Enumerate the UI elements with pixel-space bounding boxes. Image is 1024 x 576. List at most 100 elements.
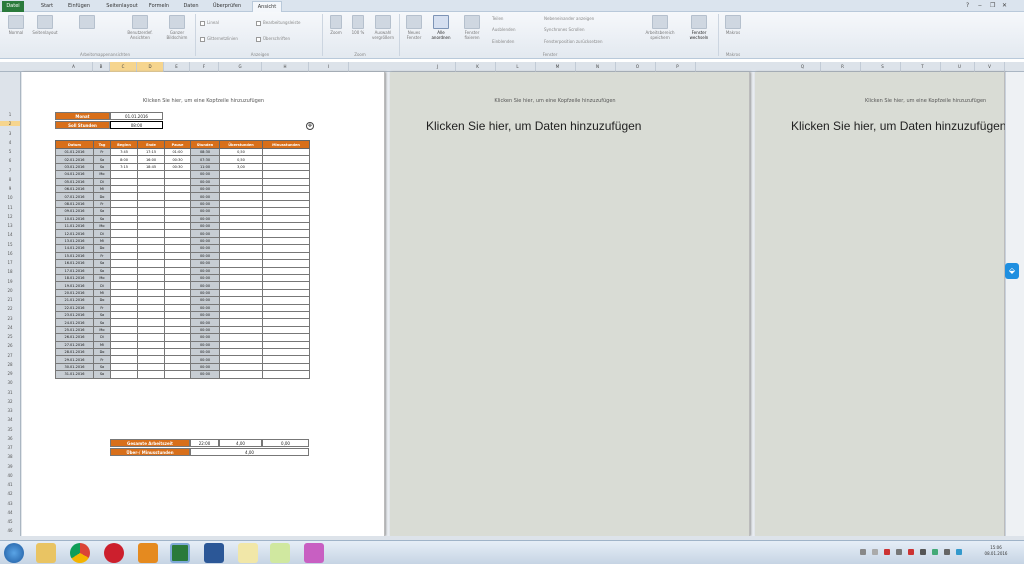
word-icon[interactable]	[204, 543, 224, 563]
header-hint[interactable]: Klicken Sie hier, um eine Kopfzeile hinz…	[390, 98, 720, 104]
table-cell[interactable]	[137, 229, 165, 238]
table-cell[interactable]	[164, 170, 191, 179]
row-header[interactable]: 29	[0, 371, 20, 376]
table-cell[interactable]: 01.01.2016	[55, 147, 94, 157]
table-cell[interactable]	[219, 236, 263, 246]
row-header[interactable]: 37	[0, 445, 20, 450]
table-cell[interactable]	[219, 296, 263, 305]
table-cell[interactable]: 07:30	[190, 155, 220, 164]
outlook-icon[interactable]	[138, 543, 158, 563]
table-cell[interactable]: 20.01.2016	[55, 288, 94, 298]
table-header-cell[interactable]: Pause	[164, 140, 191, 149]
table-cell[interactable]: 00:00	[190, 333, 220, 342]
table-cell[interactable]: 18:45	[137, 162, 165, 172]
table-cell[interactable]	[262, 281, 310, 290]
excel-taskbar-icon[interactable]	[170, 543, 190, 563]
add-data-hint[interactable]: Klicken Sie hier, um Daten hinzuzufügen	[791, 119, 1006, 133]
row-header[interactable]: 26	[0, 343, 20, 348]
table-cell[interactable]: Do	[93, 192, 111, 201]
table-cell[interactable]	[262, 340, 310, 349]
table-cell[interactable]: Fr	[93, 199, 111, 209]
table-cell[interactable]: Di	[93, 333, 111, 342]
row-header[interactable]: 36	[0, 436, 20, 441]
table-cell[interactable]: 16.01.2016	[55, 259, 94, 268]
table-cell[interactable]	[262, 310, 310, 320]
table-cell[interactable]	[262, 273, 310, 283]
table-cell[interactable]	[164, 236, 191, 246]
table-header-cell[interactable]: Minusstunden	[262, 140, 310, 149]
monat-cell[interactable]: 01.01.2016	[110, 112, 163, 120]
row-header[interactable]: 5	[0, 149, 20, 154]
table-cell[interactable]	[164, 273, 191, 283]
table-cell[interactable]	[219, 266, 263, 275]
sync-scroll-button[interactable]: Synchrones Scrollen	[544, 27, 585, 32]
table-cell[interactable]	[219, 251, 263, 261]
column-header[interactable]: T	[905, 62, 941, 72]
row-header[interactable]: 6	[0, 158, 20, 163]
row-header[interactable]: 38	[0, 454, 20, 459]
table-cell[interactable]: 00:00	[190, 222, 220, 231]
table-cell[interactable]: 00:00	[190, 310, 220, 320]
table-cell[interactable]	[110, 370, 138, 379]
table-cell[interactable]	[219, 370, 263, 379]
table-cell[interactable]	[137, 185, 165, 194]
column-header[interactable]: D	[137, 62, 164, 72]
table-cell[interactable]: Di	[93, 281, 111, 290]
table-cell[interactable]	[219, 333, 263, 342]
gesamt-minus-cell[interactable]: 0,00	[262, 439, 309, 447]
table-cell[interactable]	[110, 192, 138, 201]
row-header[interactable]: 42	[0, 491, 20, 496]
table-cell[interactable]: Fr	[93, 303, 111, 312]
table-cell[interactable]	[219, 303, 263, 312]
table-cell[interactable]: 10.01.2016	[55, 214, 94, 224]
table-cell[interactable]	[110, 355, 138, 364]
header-hint[interactable]: Klicken Sie hier, um eine Kopfzeile hinz…	[22, 98, 385, 104]
table-cell[interactable]	[110, 347, 138, 357]
table-cell[interactable]	[110, 222, 138, 231]
table-cell[interactable]: 09.01.2016	[55, 207, 94, 216]
table-cell[interactable]	[137, 259, 165, 268]
table-cell[interactable]	[164, 214, 191, 224]
table-cell[interactable]	[110, 229, 138, 238]
table-cell[interactable]: Sa	[93, 362, 111, 372]
table-cell[interactable]: Sa	[93, 310, 111, 320]
table-cell[interactable]: 00:30	[164, 155, 191, 164]
table-cell[interactable]	[262, 244, 310, 253]
check-bearbeitungsleiste[interactable]: Bearbeitungsleiste	[256, 20, 300, 26]
table-cell[interactable]: 17.01.2016	[55, 266, 94, 275]
table-header-cell[interactable]: Datum	[55, 140, 94, 149]
table-cell[interactable]	[137, 325, 165, 335]
table-cell[interactable]: 21.01.2016	[55, 296, 94, 305]
row-header[interactable]: 32	[0, 399, 20, 404]
arrange-all-button[interactable]: Alle anordnen	[428, 15, 454, 40]
column-header[interactable]: Q	[785, 62, 821, 72]
zoom-selection-button[interactable]: Auswahl vergrößern	[370, 15, 396, 40]
table-cell[interactable]	[137, 273, 165, 283]
hide-button[interactable]: Ausblenden	[492, 27, 516, 32]
normal-view-button[interactable]: Normal	[4, 15, 28, 35]
add-data-hint[interactable]: Klicken Sie hier, um Daten hinzuzufügen	[426, 119, 641, 133]
table-cell[interactable]	[262, 266, 310, 275]
reset-position-button[interactable]: Fensterposition zurücksetzen	[544, 39, 603, 44]
tray-icon[interactable]	[932, 549, 938, 555]
row-header[interactable]: 22	[0, 306, 20, 311]
tab-seitenlayout[interactable]: Seitenlayout	[104, 1, 140, 12]
table-cell[interactable]	[110, 177, 138, 187]
row-header[interactable]: 10	[0, 195, 20, 200]
table-cell[interactable]: 0,50	[219, 147, 263, 157]
table-cell[interactable]: 00:30	[164, 162, 191, 172]
row-header[interactable]: 7	[0, 168, 20, 173]
table-cell[interactable]	[137, 296, 165, 305]
table-cell[interactable]	[262, 229, 310, 238]
row-header[interactable]: 24	[0, 325, 20, 330]
row-header[interactable]: 33	[0, 408, 20, 413]
table-cell[interactable]	[219, 362, 263, 372]
table-cell[interactable]	[164, 259, 191, 268]
table-header-cell[interactable]: Stunden	[190, 140, 220, 149]
restore-icon[interactable]: ❐	[990, 2, 995, 9]
table-cell[interactable]: Fr	[93, 251, 111, 261]
table-cell[interactable]	[164, 229, 191, 238]
table-cell[interactable]	[164, 177, 191, 187]
gesamt-ueber-cell[interactable]: 4,00	[219, 439, 262, 447]
table-cell[interactable]	[164, 222, 191, 231]
